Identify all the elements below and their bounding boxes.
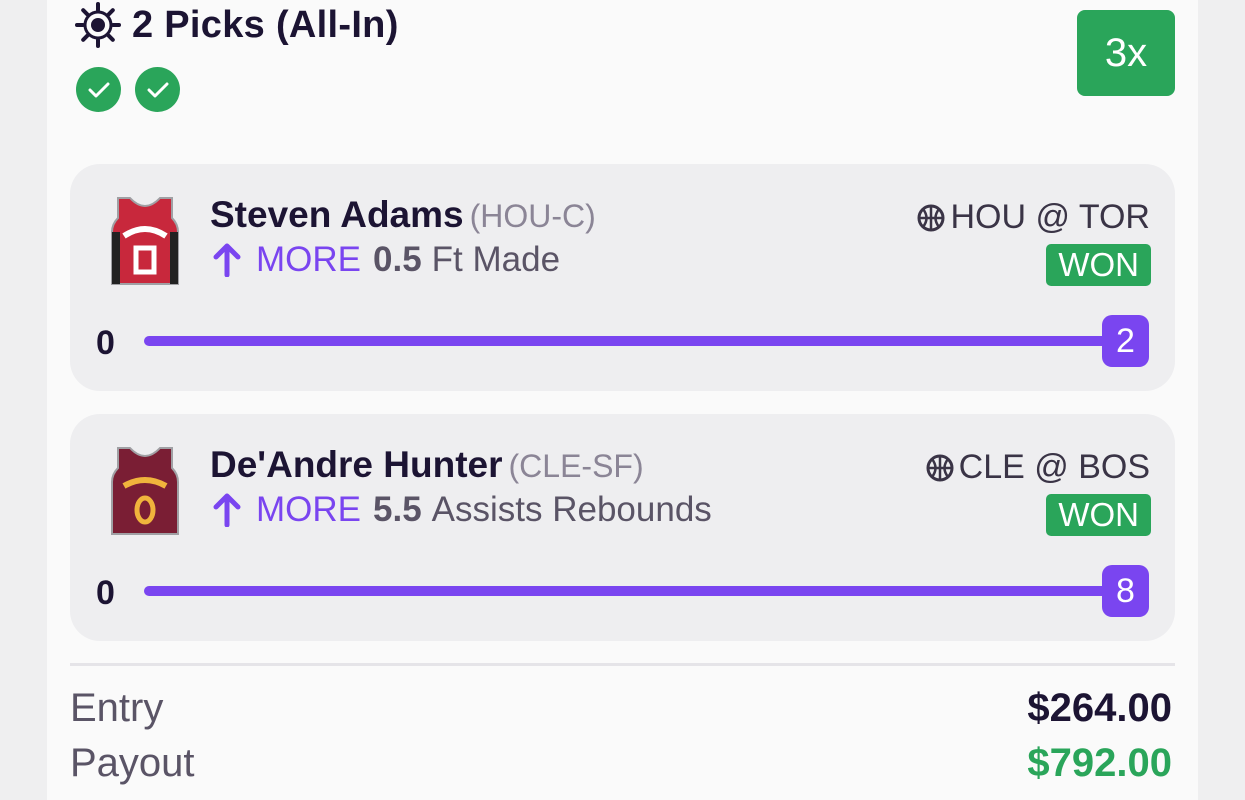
check-icon	[76, 67, 121, 112]
direction-label: MORE	[256, 240, 361, 279]
game-matchup-text: HOU @ TOR	[950, 198, 1150, 236]
progress-bar	[144, 336, 1129, 346]
divider	[70, 663, 1175, 666]
payout-label: Payout	[70, 741, 195, 785]
line-value: 5.5	[373, 490, 422, 529]
stat-type: Ft Made	[431, 240, 561, 279]
pick-line: MORE 0.5 Ft Made	[212, 240, 560, 280]
player-name-text: Steven Adams	[210, 194, 464, 235]
entry-amount: $264.00	[1027, 686, 1172, 730]
direction-label: MORE	[256, 490, 361, 529]
game-matchup: CLE @ BOS	[925, 448, 1150, 487]
basketball-icon	[925, 453, 955, 483]
line-value: 0.5	[373, 240, 422, 279]
result-badge: WON	[1046, 244, 1151, 286]
result-badge: WON	[1046, 494, 1151, 536]
pick-line: MORE 5.5 Assists Rebounds	[212, 490, 712, 530]
player-name-text: De'Andre Hunter	[210, 444, 503, 485]
entry-title: 2 Picks (All-In)	[132, 3, 399, 46]
arrow-up-icon	[212, 243, 242, 278]
player-team: (CLE-SF)	[508, 448, 644, 484]
entry-card	[47, 0, 1198, 800]
gear-icon	[72, 1, 124, 49]
progress-current: 2	[1102, 315, 1149, 367]
player-name: De'Andre Hunter (CLE-SF)	[210, 444, 644, 486]
player-name: Steven Adams (HOU-C)	[210, 194, 596, 236]
payout-amount: $792.00	[1027, 741, 1172, 785]
basketball-icon	[916, 203, 946, 233]
jersey-icon	[108, 442, 182, 538]
game-matchup: HOU @ TOR	[916, 198, 1150, 237]
entry-label: Entry	[70, 686, 164, 730]
game-matchup-text: CLE @ BOS	[958, 448, 1150, 486]
pick-results-row	[76, 67, 180, 112]
check-icon	[135, 67, 180, 112]
pick-card[interactable]: De'Andre Hunter (CLE-SF) MORE 5.5 Assists…	[70, 414, 1175, 641]
pick-card[interactable]: Steven Adams (HOU-C) MORE 0.5 Ft Made HOU…	[70, 164, 1175, 391]
player-team: (HOU-C)	[469, 198, 596, 234]
multiplier-badge: 3x	[1077, 10, 1175, 96]
arrow-up-icon	[212, 493, 242, 528]
jersey-icon	[108, 192, 182, 288]
stat-type: Assists Rebounds	[431, 490, 712, 529]
progress-current: 8	[1102, 565, 1149, 617]
progress-bar	[144, 586, 1129, 596]
progress-min: 0	[96, 574, 115, 612]
entry-header: 2 Picks (All-In)	[72, 0, 399, 50]
progress-min: 0	[96, 324, 115, 362]
